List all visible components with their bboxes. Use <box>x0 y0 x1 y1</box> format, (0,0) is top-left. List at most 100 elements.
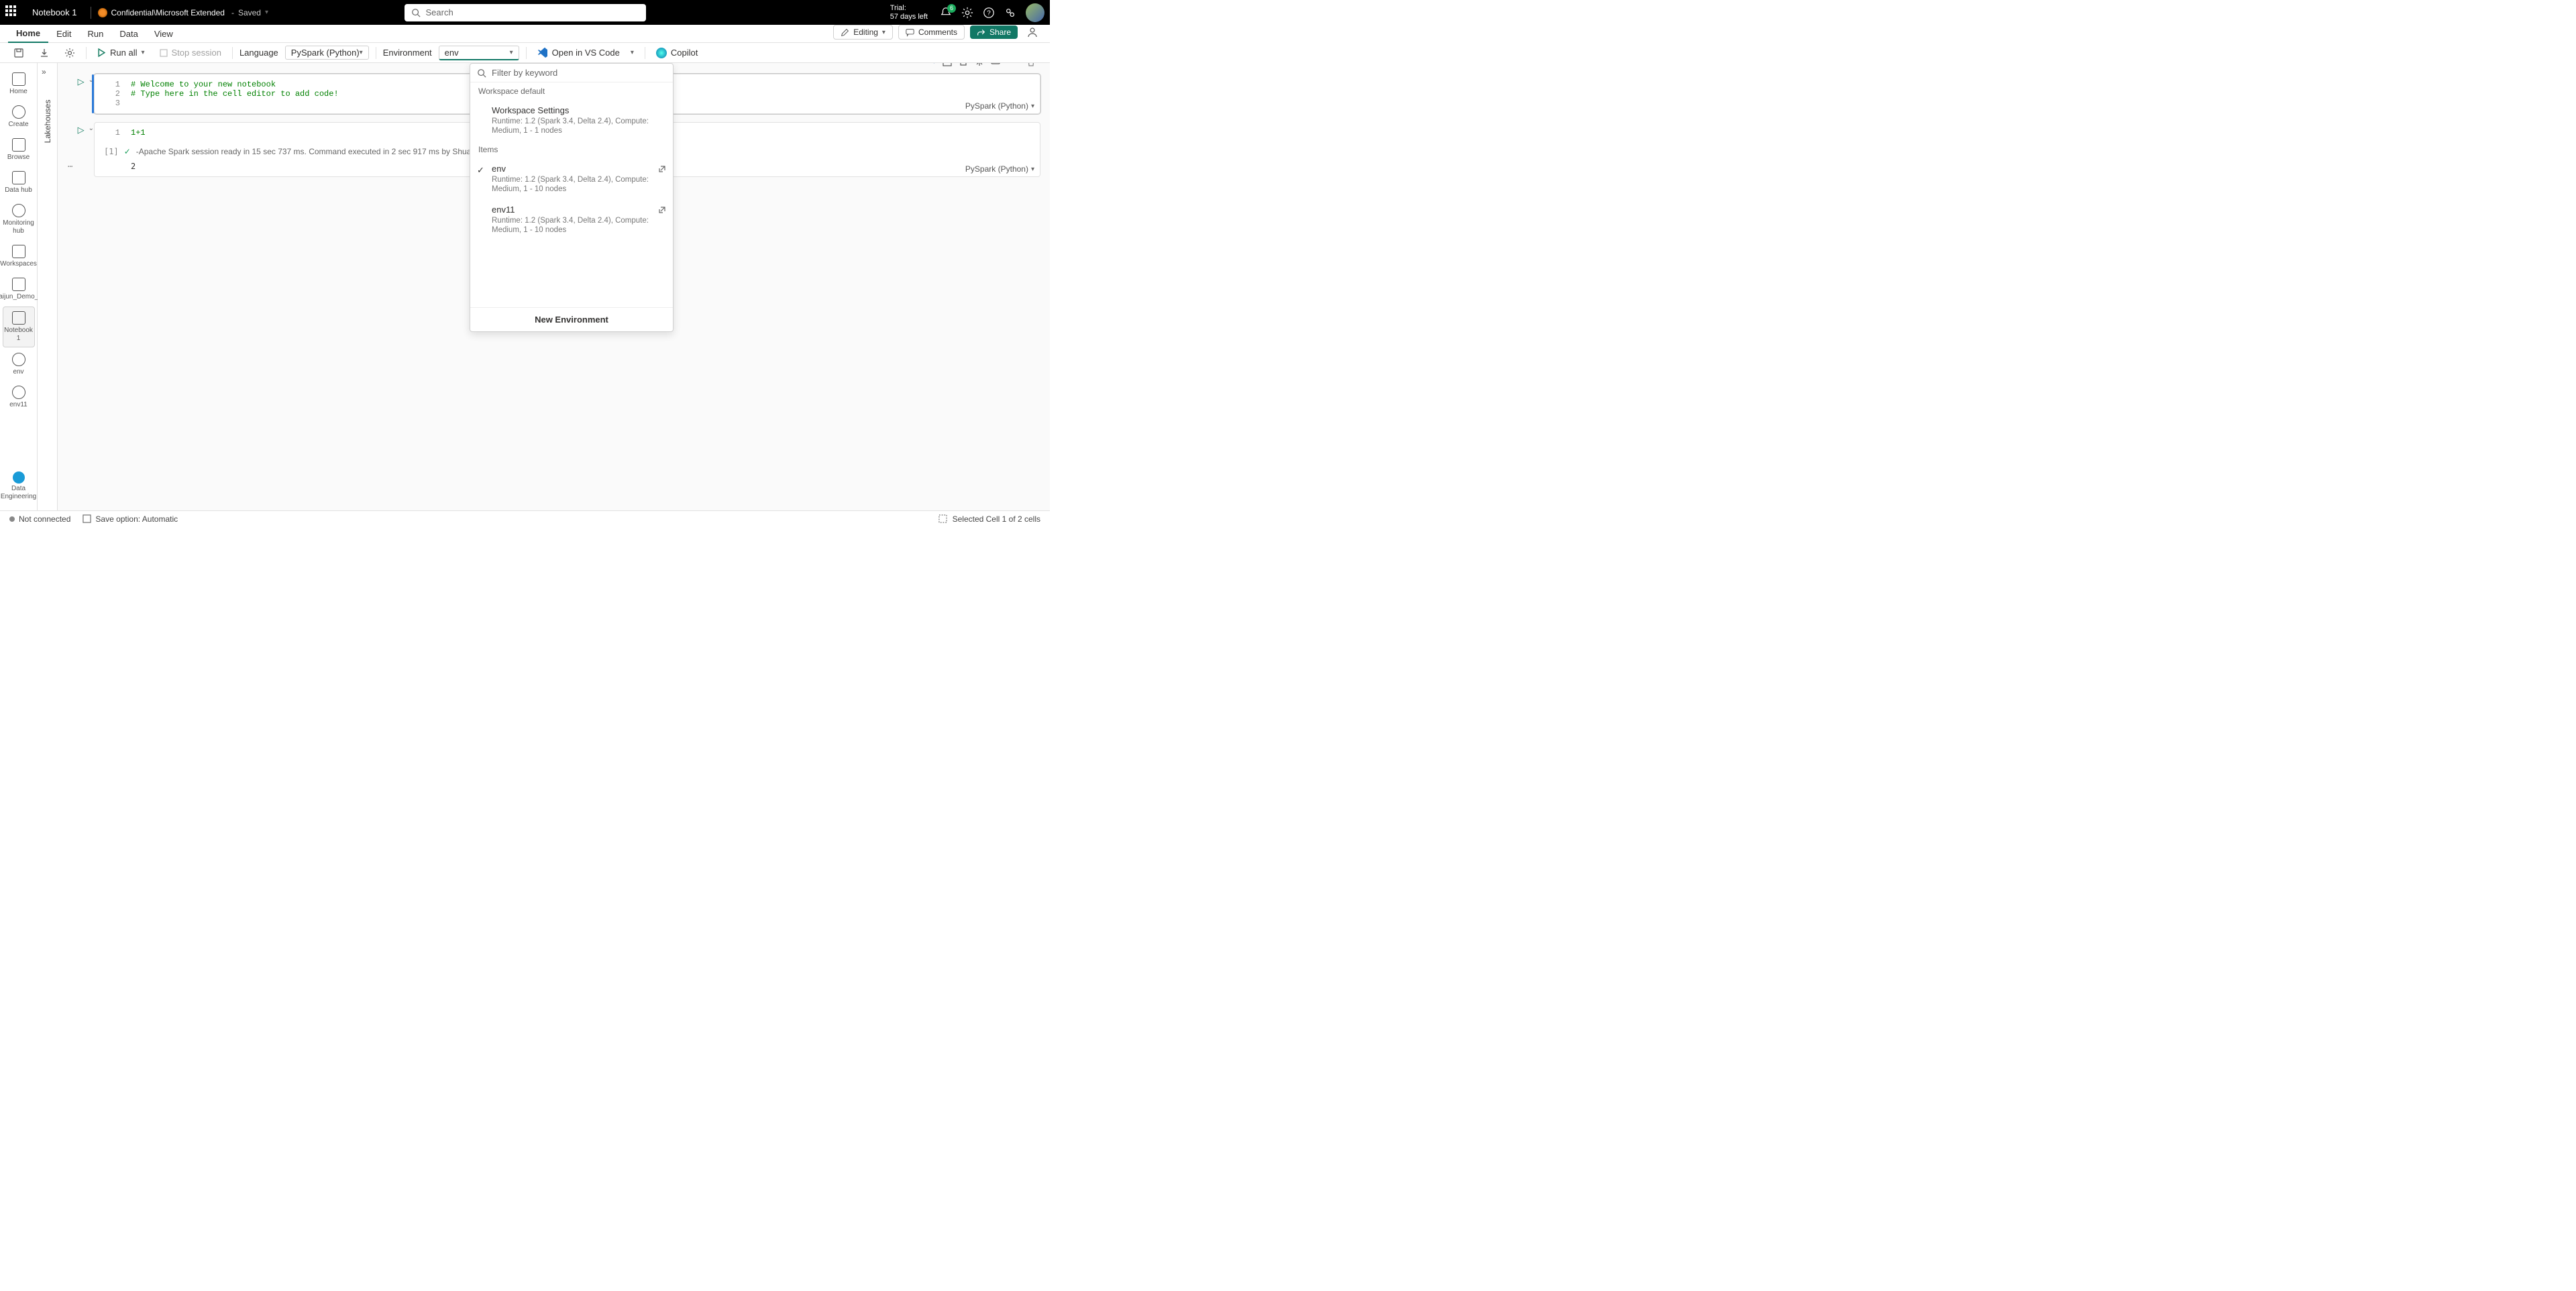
more-icon[interactable]: ⋯ <box>1007 63 1016 68</box>
save-icon <box>83 514 91 523</box>
rail-persona[interactable]: Data Engineering <box>3 466 35 505</box>
env-item-env[interactable]: ✓ env Runtime: 1.2 (Spark 3.4, Delta 2.4… <box>470 158 673 199</box>
env-filter-input[interactable]: Filter by keyword <box>470 64 673 82</box>
output-value: 2 <box>131 162 136 171</box>
connection-status[interactable]: Not connected <box>9 514 70 524</box>
status-dot-icon <box>9 516 15 522</box>
run-cell-button[interactable]: ▷ <box>78 125 85 177</box>
cell-language-selector[interactable]: PySpark (Python)▾ <box>965 164 1034 174</box>
notebook-name[interactable]: Notebook 1 <box>32 7 77 17</box>
tab-home[interactable]: Home <box>8 28 48 43</box>
tab-view[interactable]: View <box>146 29 181 42</box>
open-external-icon[interactable] <box>658 206 666 214</box>
avatar[interactable] <box>1026 3 1044 22</box>
copilot-icon <box>656 48 667 58</box>
notification-badge: 6 <box>947 4 956 13</box>
copilot-button[interactable]: Copilot <box>652 46 702 60</box>
check-icon: ✓ <box>124 147 131 156</box>
expand-panel-button[interactable]: » <box>42 67 46 76</box>
workspace-icon <box>12 278 25 291</box>
language-dropdown[interactable]: PySpark (Python) ▾ <box>285 46 369 60</box>
rail-workspace-item[interactable]: Shuaijun_Demo_Env <box>3 274 35 305</box>
trial-status[interactable]: Trial: 57 days left <box>890 4 928 21</box>
environment-dropdown[interactable]: env ▾ <box>439 46 519 60</box>
tab-data[interactable]: Data <box>111 29 146 42</box>
chevron-down-icon: ▾ <box>360 49 363 56</box>
open-external-icon[interactable] <box>658 165 666 173</box>
notifications-icon[interactable]: 6 <box>940 7 952 19</box>
environment-label: Environment <box>383 48 432 58</box>
cell-selection-status: Selected Cell 1 of 2 cells <box>953 514 1040 524</box>
editing-mode-button[interactable]: Editing ▾ <box>833 25 893 40</box>
new-environment-button[interactable]: New Environment <box>470 307 673 331</box>
comment-icon <box>906 28 914 37</box>
rail-env[interactable]: env <box>3 349 35 380</box>
rail-create[interactable]: Create <box>3 101 35 133</box>
env-section-label: Workspace default <box>470 82 673 100</box>
copilot-side-button[interactable] <box>1023 25 1042 40</box>
chevron-down-icon: ▾ <box>510 49 513 56</box>
output-more-icon[interactable]: ⋯ <box>68 162 72 171</box>
sensitivity-label[interactable]: Confidential\Microsoft Extended <box>111 8 225 17</box>
save-button[interactable] <box>9 46 28 60</box>
run-cell-button[interactable]: ▷ <box>78 76 85 114</box>
environment-dropdown-popup: Filter by keyword Workspace default Work… <box>470 63 674 332</box>
lakehouse-panel: » Lakehouses <box>38 63 58 510</box>
markdown-toggle-button[interactable]: M↓ <box>926 63 936 68</box>
env-item-env11[interactable]: env11 Runtime: 1.2 (Spark 3.4, Delta 2.4… <box>470 199 673 240</box>
feedback-icon[interactable] <box>1004 7 1016 19</box>
database-icon <box>12 171 25 184</box>
environment-icon <box>12 386 25 399</box>
save-option-status[interactable]: Save option: Automatic <box>83 514 178 524</box>
cell-language-selector[interactable]: PySpark (Python)▾ <box>965 101 1034 111</box>
search-icon <box>411 8 421 17</box>
language-label: Language <box>239 48 278 58</box>
comments-button[interactable]: Comments <box>898 25 965 40</box>
chevron-down-icon: ▾ <box>631 49 634 56</box>
run-all-button[interactable]: Run all ▾ <box>93 46 149 60</box>
delete-cell-icon[interactable] <box>1026 63 1036 68</box>
chevron-down-icon: ▾ <box>1031 166 1034 173</box>
open-in-vscode-button[interactable]: Open in VS Code ▾ <box>533 46 638 60</box>
rail-browse[interactable]: Browse <box>3 134 35 166</box>
search-icon <box>477 68 486 78</box>
env-workspace-settings[interactable]: Workspace Settings Runtime: 1.2 (Spark 3… <box>470 100 673 141</box>
environment-icon <box>12 353 25 366</box>
top-bar: Notebook 1 Confidential\Microsoft Extend… <box>0 0 1050 25</box>
help-icon[interactable]: ? <box>983 7 995 19</box>
play-icon <box>97 48 106 57</box>
lock-icon[interactable] <box>959 63 968 68</box>
home-icon <box>12 72 25 86</box>
search-input[interactable]: Search <box>405 4 646 21</box>
notebook-settings-button[interactable] <box>60 46 79 60</box>
rail-monitoring[interactable]: Monitoring hub <box>3 200 35 239</box>
rail-home[interactable]: Home <box>3 68 35 100</box>
app-launcher-icon[interactable] <box>5 5 20 20</box>
tab-edit[interactable]: Edit <box>48 29 79 42</box>
save-status[interactable]: - Saved ▾ <box>231 8 268 17</box>
gear-icon <box>64 48 75 58</box>
chevron-down-icon[interactable]: ⌄ <box>89 125 94 177</box>
stop-icon <box>160 49 168 57</box>
status-bar: Not connected Save option: Automatic Sel… <box>0 510 1050 526</box>
rail-datahub[interactable]: Data hub <box>3 167 35 199</box>
plus-icon <box>12 105 25 119</box>
data-engineering-icon <box>11 470 26 485</box>
freeze-icon[interactable] <box>975 63 984 68</box>
cell-toolbar: M↓ ⋯ <box>926 63 1036 68</box>
stop-session-button[interactable]: Stop session <box>156 46 225 60</box>
share-button[interactable]: Share <box>970 25 1018 39</box>
download-button[interactable] <box>35 46 54 60</box>
rail-workspaces[interactable]: Workspaces <box>3 241 35 272</box>
ribbon-tabs: Home Edit Run Data View Editing ▾ Commen… <box>0 25 1050 43</box>
settings-icon[interactable] <box>961 7 973 19</box>
convert-cell-icon[interactable] <box>943 63 952 68</box>
rail-notebook1[interactable]: Notebook 1 <box>3 306 35 347</box>
sensitivity-icon <box>98 8 107 17</box>
chevron-down-icon: ▾ <box>141 49 144 56</box>
comment-cell-icon[interactable] <box>991 63 1000 68</box>
tab-run[interactable]: Run <box>80 29 112 42</box>
selection-bar <box>92 74 94 113</box>
save-icon <box>13 48 24 58</box>
rail-env11[interactable]: env11 <box>3 382 35 413</box>
